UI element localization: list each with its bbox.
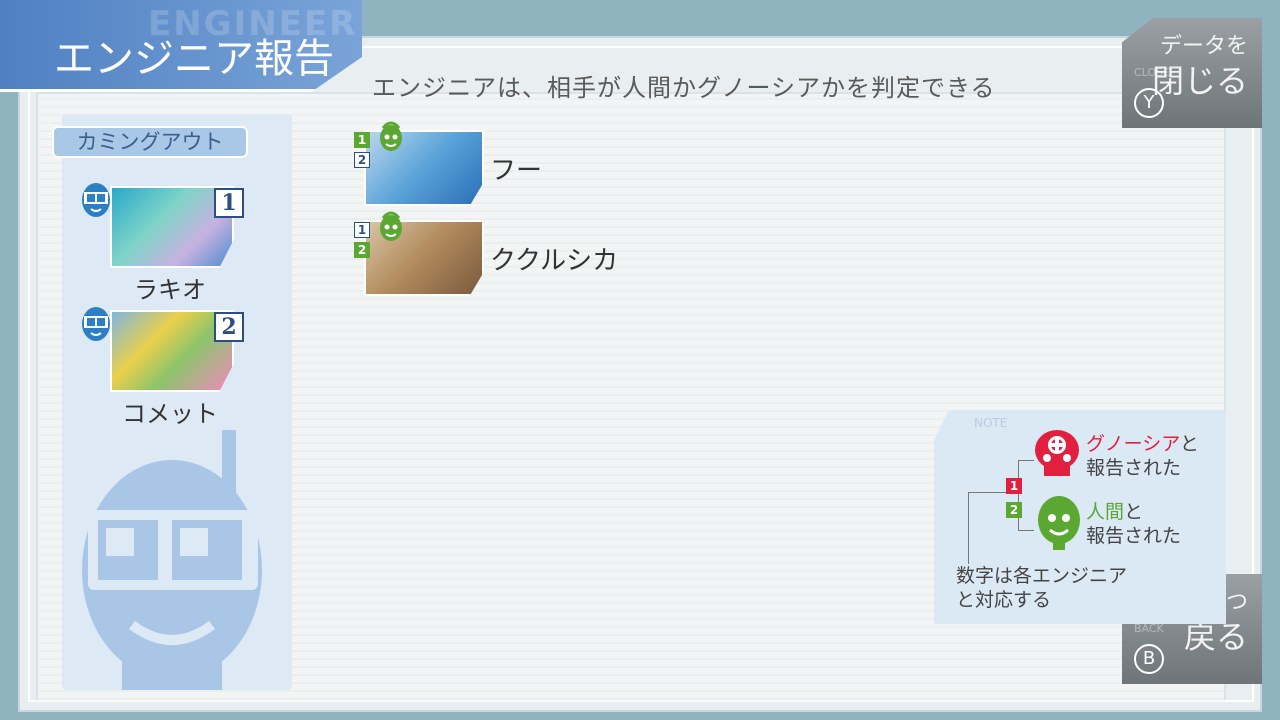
engineer-item[interactable]: 1 ラキオ: [80, 183, 260, 316]
title-banner: ENGINEER エンジニア報告: [0, 0, 362, 92]
report-row[interactable]: 1 2 ククルシカ: [354, 211, 674, 304]
legend-footer: 数字は各エンジニア と対応する: [956, 564, 1127, 612]
human-head-icon: [380, 121, 402, 151]
engineer-number-badge: 1: [214, 188, 244, 218]
gnosia-label: グノーシア: [1086, 433, 1180, 455]
robot-head-icon: [82, 307, 110, 341]
engineer-robot-icon: [82, 430, 262, 690]
connector-line: [968, 492, 969, 564]
close-button-line2: 閉じる: [1151, 62, 1248, 100]
b-key-icon: B: [1134, 644, 1164, 674]
engineer-item[interactable]: 2 コメット: [80, 307, 260, 440]
human-legend-label: 人間と 報告された: [1086, 500, 1181, 548]
robot-head-icon: [82, 183, 110, 217]
close-data-button[interactable]: データを 閉じる CLOSE Y: [1122, 18, 1262, 128]
gnosia-legend-label: グノーシアと 報告された: [1086, 432, 1199, 480]
gnosia-suffix: と: [1179, 433, 1199, 455]
gnosia-mark-1: 1: [1006, 478, 1022, 494]
engineer-1-mark: 1: [354, 132, 370, 148]
human-suffix: と: [1124, 501, 1144, 523]
report-name: フー: [490, 156, 543, 186]
y-key-icon: Y: [1134, 88, 1164, 118]
connector-line: [1018, 530, 1034, 531]
human-head-icon: [1038, 496, 1080, 550]
human-head-icon: [380, 211, 402, 241]
coming-out-tab: カミングアウト: [52, 126, 248, 158]
engineer-1-mark: 1: [354, 222, 370, 238]
frame-line: [28, 46, 30, 702]
connector-line: [1018, 460, 1034, 461]
gnosia-skull-icon: [1035, 430, 1079, 476]
engineer-2-mark: 2: [354, 242, 370, 258]
legend-footer-line2: と対応する: [956, 589, 1052, 611]
report-name: ククルシカ: [490, 246, 619, 276]
note-ghost-text: NOTE: [974, 416, 1008, 430]
page-subtitle: エンジニアは、相手が人間かグノーシアかを判定できる: [372, 74, 996, 102]
engineer-name: ラキオ: [134, 276, 206, 304]
human-mark-2: 2: [1006, 502, 1022, 518]
legend-footer-line1: 数字は各エンジニア: [956, 565, 1128, 587]
close-ghost-text: CLOSE: [1134, 66, 1171, 79]
human-line2: 報告された: [1086, 525, 1182, 547]
report-row[interactable]: 1 2 フー: [354, 121, 674, 214]
engineer-2-mark: 2: [354, 152, 370, 168]
frame-line: [28, 700, 1254, 702]
human-label: 人間: [1086, 501, 1125, 523]
gnosia-line2: 報告された: [1086, 457, 1182, 479]
page-title: エンジニア報告: [54, 36, 334, 82]
engineer-number-badge: 2: [214, 312, 244, 342]
engineer-name: コメット: [122, 400, 218, 428]
connector-line: [968, 492, 1006, 493]
